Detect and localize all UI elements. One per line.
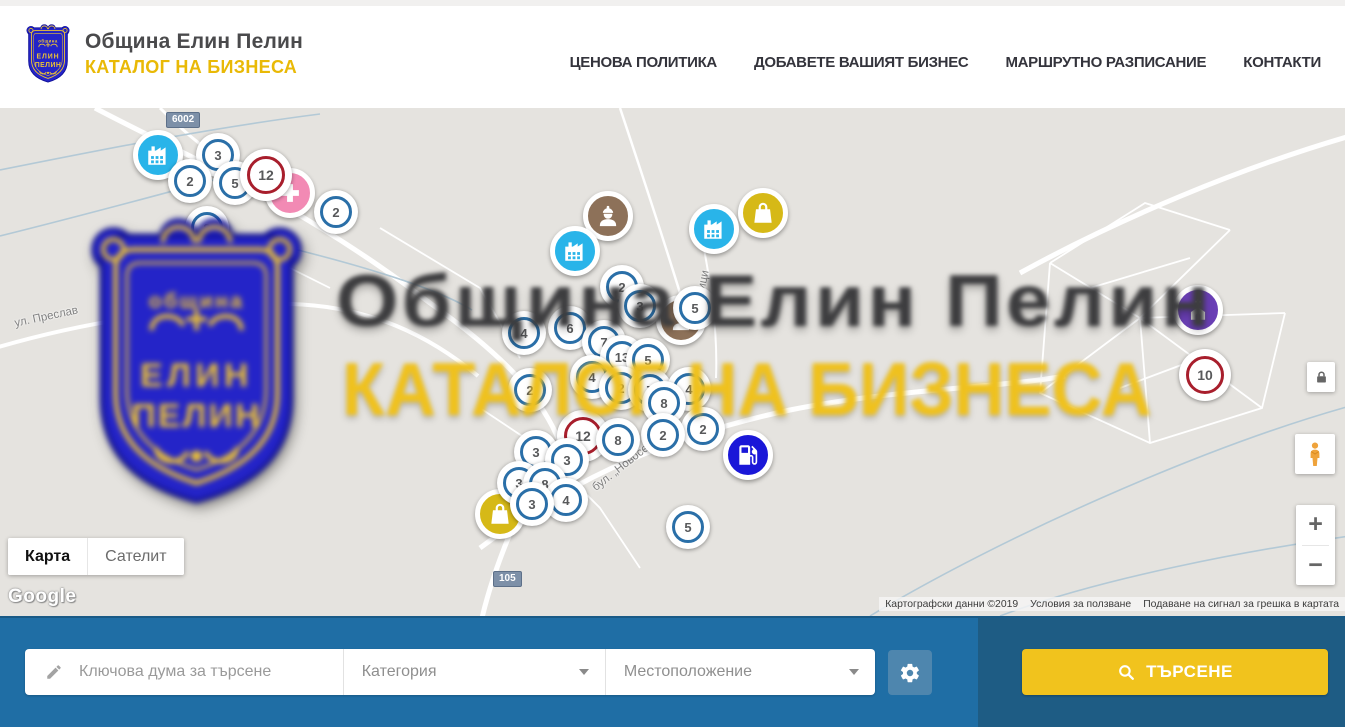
map-lock-button[interactable] — [1307, 362, 1335, 392]
cluster-marker[interactable]: 2 — [168, 159, 212, 203]
search-input-group: Категория Местоположение — [25, 649, 875, 695]
site-subtitle: КАТАЛОГ НА БИЗНЕСА — [85, 57, 303, 78]
map-type-control: Карта Сателит — [8, 538, 184, 575]
marker-layer: 325122223567413542274822128333843510 — [0, 108, 1345, 616]
nav-item[interactable]: ДОБАВЕТЕ ВАШИЯТ БИЗНЕС — [754, 54, 968, 71]
factory-pin[interactable] — [689, 204, 739, 268]
brand[interactable]: Община Елин Пелин КАТАЛОГ НА БИЗНЕСА — [25, 24, 303, 84]
search-button[interactable]: ТЪРСЕНЕ — [1022, 649, 1328, 695]
pencil-icon — [45, 663, 63, 681]
church-icon — [1173, 285, 1223, 335]
lock-icon — [1314, 369, 1329, 386]
cluster-marker[interactable]: 2 — [508, 368, 552, 412]
attribution-link[interactable]: Подаване на сигнал за грешка в картата — [1137, 599, 1345, 610]
cluster-marker[interactable]: 2 — [314, 190, 358, 234]
gear-icon — [899, 662, 921, 684]
bag-pin[interactable] — [738, 188, 788, 252]
location-select[interactable]: Местоположение — [606, 649, 875, 695]
nav-item[interactable]: МАРШРУТНО РАЗПИСАНИЕ — [1005, 54, 1206, 71]
zoom-control: + − — [1296, 505, 1335, 585]
nav-item[interactable]: ЦЕНОВА ПОЛИТИКА — [570, 54, 717, 71]
pegman-icon — [1303, 441, 1327, 467]
fuel-icon — [723, 430, 773, 480]
google-logo[interactable]: Google — [8, 586, 76, 608]
search-icon — [1117, 663, 1136, 682]
zoom-in-button[interactable]: + — [1296, 505, 1335, 545]
factory-icon — [689, 204, 739, 254]
chevron-down-icon — [849, 669, 859, 675]
cluster-marker[interactable]: 10 — [1179, 349, 1231, 401]
google-map[interactable]: ул. Преславбул. „Новоселици 6002105 3251… — [0, 108, 1345, 616]
site-title: Община Елин Пелин — [85, 30, 303, 54]
cluster-marker[interactable]: 3 — [618, 284, 662, 328]
factory-pin[interactable] — [550, 226, 600, 290]
church-pin[interactable] — [1173, 285, 1223, 349]
cluster-marker[interactable]: 12 — [240, 149, 292, 201]
attribution-link[interactable]: Условия за ползване — [1024, 599, 1137, 610]
map-type-map-button[interactable]: Карта — [8, 538, 88, 575]
cluster-marker[interactable]: 5 — [666, 505, 710, 549]
advanced-search-gear-button[interactable] — [888, 650, 932, 695]
zoom-out-button[interactable]: − — [1296, 546, 1335, 586]
cluster-marker[interactable]: 2 — [681, 407, 725, 451]
chevron-down-icon — [579, 669, 589, 675]
cluster-marker[interactable]: 3 — [510, 482, 554, 526]
cluster-marker[interactable]: 5 — [673, 286, 717, 330]
cluster-marker[interactable]: 8 — [596, 418, 640, 462]
map-attribution: Картографски данни ©2019Условия за ползв… — [879, 597, 1345, 611]
municipality-crest-logo — [25, 24, 71, 84]
search-button-label: ТЪРСЕНЕ — [1146, 662, 1233, 682]
fuel-pin[interactable] — [723, 430, 773, 494]
search-bar: Категория Местоположение ТЪРСЕНЕ — [0, 616, 1345, 727]
cluster-marker[interactable]: 4 — [502, 311, 546, 355]
category-select[interactable]: Категория — [344, 649, 606, 695]
cluster-marker[interactable]: 2 — [641, 413, 685, 457]
keyword-section — [25, 649, 344, 695]
map-type-satellite-button[interactable]: Сателит — [88, 538, 183, 575]
location-select-value: Местоположение — [624, 663, 752, 681]
site-header: Община Елин Пелин КАТАЛОГ НА БИЗНЕСА ЦЕН… — [0, 0, 1345, 108]
cluster-marker[interactable]: 2 — [185, 206, 229, 250]
nav-item[interactable]: КОНТАКТИ — [1243, 54, 1321, 71]
street-view-pegman-button[interactable] — [1295, 434, 1335, 474]
factory-icon — [550, 226, 600, 276]
bag-icon — [738, 188, 788, 238]
category-select-value: Категория — [362, 663, 437, 681]
keyword-search-input[interactable] — [77, 662, 343, 682]
map-data-copyright: Картографски данни ©2019 — [879, 599, 1024, 610]
main-nav: ЦЕНОВА ПОЛИТИКА ДОБАВЕТЕ ВАШИЯТ БИЗНЕС МАР… — [570, 54, 1321, 71]
